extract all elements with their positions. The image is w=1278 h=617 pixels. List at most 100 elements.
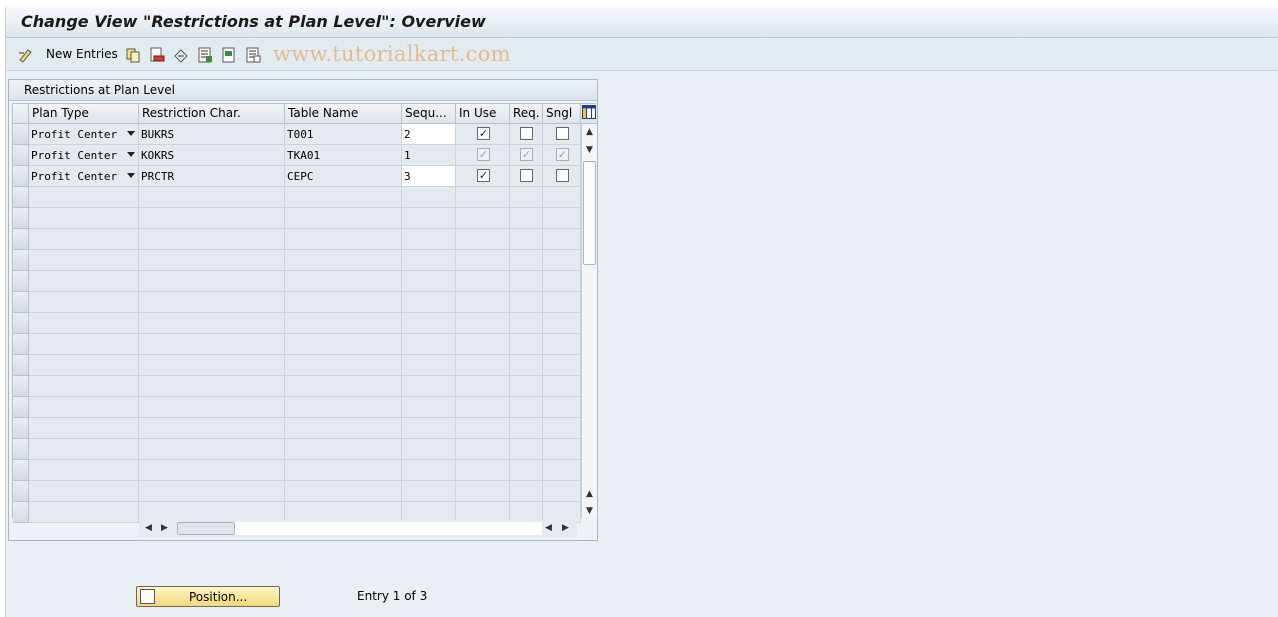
table-cell-table-name: TKA01 xyxy=(285,145,402,166)
row-selector[interactable] xyxy=(13,481,29,502)
row-selector[interactable] xyxy=(13,460,29,481)
row-selector[interactable] xyxy=(13,334,29,355)
table-cell-plan-type xyxy=(29,292,139,313)
deselect-all-icon[interactable] xyxy=(245,47,261,63)
table-cell-in-use: ✓ xyxy=(456,124,510,145)
table-cell-req xyxy=(510,376,543,397)
table-cell-in-use: ✓ xyxy=(456,166,510,187)
scroll-page-left-icon[interactable]: ◀ xyxy=(545,523,552,533)
row-selector[interactable] xyxy=(13,124,29,145)
table-cell-table-name xyxy=(285,250,402,271)
horizontal-scrollbar[interactable]: ◀ ▶ ◀ ▶ xyxy=(139,520,577,537)
column-header-sequence[interactable]: Sequ... xyxy=(402,104,456,124)
position-button[interactable]: Position... xyxy=(136,586,280,607)
table-cell-plan-type[interactable]: Profit Center xyxy=(29,145,139,166)
column-header-restriction-char[interactable]: Restriction Char. xyxy=(139,104,285,124)
table-cell-table-name xyxy=(285,313,402,334)
in-use-checkbox[interactable]: ✓ xyxy=(477,169,490,182)
table-cell-sequence xyxy=(402,292,456,313)
table-cell-sngl xyxy=(543,313,581,334)
row-selector[interactable] xyxy=(13,292,29,313)
table-cell-sequence xyxy=(402,208,456,229)
table-cell-plan-type[interactable]: Profit Center xyxy=(29,124,139,145)
table-cell-in-use xyxy=(456,376,510,397)
scroll-down-icon[interactable]: ▼ xyxy=(586,145,593,155)
select-block-icon[interactable] xyxy=(221,47,237,63)
table-cell-req xyxy=(510,250,543,271)
dropdown-arrow-icon[interactable] xyxy=(127,173,135,178)
scroll-page-down-icon[interactable]: ▼ xyxy=(586,506,593,516)
table-cell-sequence xyxy=(402,187,456,208)
column-header-req[interactable]: Req. xyxy=(510,104,543,124)
table-cell-plan-type[interactable]: Profit Center xyxy=(29,166,139,187)
vertical-scrollbar[interactable]: ▲ ▼ ▲ ▼ xyxy=(581,124,597,518)
row-selector[interactable] xyxy=(13,145,29,166)
scroll-right-icon[interactable]: ▶ xyxy=(161,523,168,533)
row-selector[interactable] xyxy=(13,397,29,418)
table-cell-in-use xyxy=(456,250,510,271)
row-selector[interactable] xyxy=(13,313,29,334)
select-all-rows-corner[interactable] xyxy=(13,104,29,124)
row-selector[interactable] xyxy=(13,208,29,229)
table-cell-table-name xyxy=(285,439,402,460)
table-cell-req xyxy=(510,124,543,145)
table-name-value: T001 xyxy=(287,128,314,141)
table-cell-in-use xyxy=(456,187,510,208)
panel-title: Restrictions at Plan Level xyxy=(24,83,175,97)
column-header-in-use[interactable]: In Use xyxy=(456,104,510,124)
table-cell-sequence xyxy=(402,439,456,460)
display-change-icon[interactable] xyxy=(18,47,34,63)
table-cell-plan-type xyxy=(29,418,139,439)
panel-title-bar: Restrictions at Plan Level xyxy=(9,80,597,101)
select-all-icon[interactable] xyxy=(197,47,213,63)
delete-icon[interactable] xyxy=(149,47,165,63)
table-cell-restriction-char xyxy=(139,397,285,418)
table-cell-req xyxy=(510,418,543,439)
column-header-plan-type[interactable]: Plan Type xyxy=(29,104,139,124)
row-selector[interactable] xyxy=(13,229,29,250)
req-checkbox[interactable] xyxy=(520,169,533,182)
column-header-sngl[interactable]: Sngl xyxy=(543,104,581,124)
dropdown-arrow-icon[interactable] xyxy=(127,152,135,157)
table-cell-sequence[interactable]: 3 xyxy=(402,166,456,187)
table-cell-req xyxy=(510,460,543,481)
table-settings-button[interactable] xyxy=(581,104,597,124)
sngl-checkbox[interactable] xyxy=(556,127,569,140)
row-selector[interactable] xyxy=(13,166,29,187)
scroll-left-icon[interactable]: ◀ xyxy=(145,523,152,533)
row-selector[interactable] xyxy=(13,355,29,376)
row-selector[interactable] xyxy=(13,376,29,397)
req-checkbox[interactable] xyxy=(520,127,533,140)
position-button-label: Position... xyxy=(189,590,248,604)
copy-icon[interactable] xyxy=(125,47,141,63)
sngl-checkbox[interactable] xyxy=(556,169,569,182)
table-cell-table-name xyxy=(285,208,402,229)
scroll-page-right-icon[interactable]: ▶ xyxy=(562,523,569,533)
row-selector[interactable] xyxy=(13,250,29,271)
new-entries-button[interactable]: New Entries xyxy=(46,47,118,61)
in-use-checkbox[interactable]: ✓ xyxy=(477,127,490,140)
table-cell-in-use xyxy=(456,397,510,418)
scroll-up-icon[interactable]: ▲ xyxy=(586,127,593,137)
undo-icon[interactable] xyxy=(173,47,189,63)
table-cell-table-name xyxy=(285,187,402,208)
column-header-table-name[interactable]: Table Name xyxy=(285,104,402,124)
dropdown-arrow-icon[interactable] xyxy=(127,131,135,136)
title-bar: Change View "Restrictions at Plan Level"… xyxy=(6,7,1278,38)
table-settings-icon xyxy=(582,105,596,119)
row-selector[interactable] xyxy=(13,187,29,208)
in-use-checkbox: ✓ xyxy=(477,148,490,161)
row-selector[interactable] xyxy=(13,502,29,523)
row-selector[interactable] xyxy=(13,418,29,439)
table-cell-restriction-char xyxy=(139,460,285,481)
vertical-scroll-thumb[interactable] xyxy=(583,161,596,265)
row-selector[interactable] xyxy=(13,439,29,460)
table-cell-req xyxy=(510,271,543,292)
table-cell-in-use xyxy=(456,229,510,250)
table-cell-sequence xyxy=(402,313,456,334)
scroll-page-up-icon[interactable]: ▲ xyxy=(586,489,593,499)
horizontal-scroll-thumb[interactable] xyxy=(177,522,235,535)
row-selector[interactable] xyxy=(13,271,29,292)
table-cell-req xyxy=(510,187,543,208)
table-cell-sequence[interactable]: 2 xyxy=(402,124,456,145)
